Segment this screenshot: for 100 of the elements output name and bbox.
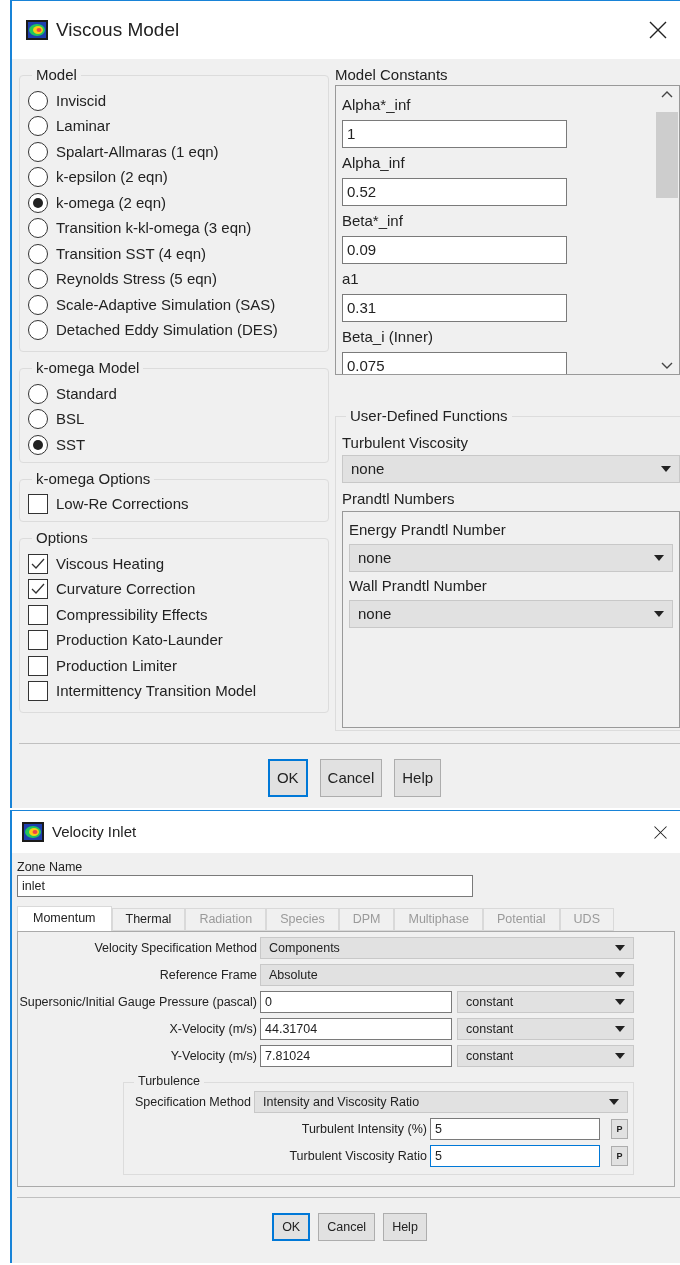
radio-button[interactable]	[28, 383, 48, 404]
radio-label: Detached Eddy Simulation (DES)	[56, 320, 278, 340]
radio-label: k-omega (2 eqn)	[56, 192, 167, 213]
input-field[interactable]: 1	[342, 120, 567, 148]
input-field[interactable]: 0.52	[342, 178, 567, 206]
field-label: Reference Frame	[159, 966, 257, 984]
input-field[interactable]: inlet	[17, 875, 473, 897]
input-field[interactable]: 0.075	[342, 352, 567, 374]
field-label: Wall Prandtl Number	[349, 576, 488, 596]
parameter-button[interactable]: P	[611, 1119, 628, 1139]
dropdown[interactable]: constant	[457, 1045, 634, 1067]
dialog-button[interactable]: OK	[272, 1213, 311, 1241]
radio-button[interactable]	[28, 192, 48, 213]
field-label: Turbulent Viscosity Ratio	[289, 1147, 427, 1165]
field-label: Turbulent Viscosity	[342, 433, 469, 453]
scroll-up-icon[interactable]	[661, 90, 673, 98]
section-title: Model Constants	[335, 65, 449, 85]
checkbox[interactable]	[28, 630, 48, 651]
input-field[interactable]: 5	[430, 1118, 600, 1140]
radio-button[interactable]	[28, 409, 48, 430]
checkbox-label: Production Kato-Launder	[56, 630, 223, 650]
caret-icon	[615, 972, 625, 978]
radio-button[interactable]	[28, 243, 48, 264]
radio-button[interactable]	[28, 218, 48, 239]
field-label: Energy Prandtl Number	[349, 520, 507, 540]
field-label: Alpha_inf	[342, 153, 406, 173]
caret-icon	[615, 999, 625, 1005]
radio-label: BSL	[56, 409, 85, 429]
checkbox-label: Intermittency Transition Model	[56, 681, 257, 701]
window-title: Velocity Inlet	[52, 821, 138, 842]
radio-button[interactable]	[28, 294, 48, 315]
input-field[interactable]: 0.09	[342, 236, 567, 264]
checkbox[interactable]	[28, 604, 48, 625]
radio-label: Scale-Adaptive Simulation (SAS)	[56, 294, 276, 315]
radio-label: Laminar	[56, 116, 111, 136]
input-field[interactable]: 5	[430, 1145, 600, 1167]
checkbox-label: Production Limiter	[56, 655, 177, 676]
dropdown[interactable]: constant	[457, 1018, 634, 1040]
dialog-button[interactable]: Cancel	[318, 1213, 376, 1241]
dropdown[interactable]: none	[349, 544, 673, 572]
checkbox-label: Compressibility Effects	[56, 604, 208, 625]
radio-label: Transition k-kl-omega (3 eqn)	[56, 218, 252, 238]
scroll-thumb[interactable]	[656, 112, 678, 198]
field-label: X-Velocity (m/s)	[169, 1020, 257, 1038]
caret-icon	[661, 466, 671, 472]
radio-button[interactable]	[28, 167, 48, 188]
caret-icon	[654, 611, 664, 617]
caret-icon	[615, 1053, 625, 1059]
window-title: Viscous Model	[56, 17, 181, 42]
radio-label: Standard	[56, 383, 117, 404]
close-icon[interactable]	[653, 824, 668, 840]
radio-label: Transition SST (4 eqn)	[56, 243, 207, 264]
parameter-button[interactable]: P	[611, 1146, 628, 1166]
dialog-button[interactable]: Cancel	[319, 759, 383, 797]
field-label: Alpha*_inf	[342, 95, 412, 115]
radio-button[interactable]	[28, 320, 48, 341]
dropdown[interactable]: none	[349, 600, 673, 628]
tab[interactable]: Momentum	[17, 906, 112, 931]
section-title: Prandtl Numbers	[342, 489, 456, 509]
radio-label: Spalart-Allmaras (1 eqn)	[56, 141, 219, 162]
dialog-button[interactable]: OK	[267, 759, 308, 797]
radio-label: SST	[56, 434, 86, 455]
checkbox-label: Curvature Correction	[56, 579, 196, 599]
radio-button[interactable]	[28, 90, 48, 111]
radio-button[interactable]	[28, 116, 48, 137]
checkbox-label: Low-Re Corrections	[56, 494, 189, 514]
field-label: Supersonic/Initial Gauge Pressure (pascal)	[19, 993, 257, 1011]
input-field[interactable]: 0	[260, 991, 452, 1013]
scroll-down-icon[interactable]	[661, 362, 673, 370]
field-label: Turbulent Intensity (%)	[301, 1120, 427, 1138]
checkbox[interactable]	[28, 553, 48, 574]
field-label: Y-Velocity (m/s)	[170, 1047, 257, 1065]
app-logo-icon	[26, 20, 48, 40]
dropdown[interactable]: none	[342, 455, 680, 483]
dropdown[interactable]: Intensity and Viscosity Ratio	[254, 1091, 628, 1113]
field-label: a1	[342, 269, 360, 289]
checkbox[interactable]	[28, 579, 48, 600]
field-label: Beta*_inf	[342, 211, 404, 231]
radio-button[interactable]	[28, 141, 48, 162]
radio-label: Reynolds Stress (5 eqn)	[56, 269, 217, 289]
radio-label: Inviscid	[56, 90, 107, 111]
field-label: Velocity Specification Method	[94, 939, 257, 957]
input-field[interactable]: 7.81024	[260, 1045, 452, 1067]
input-field[interactable]: 44.31704	[260, 1018, 452, 1040]
checkbox[interactable]	[28, 681, 48, 702]
radio-label: k-epsilon (2 eqn)	[56, 167, 168, 187]
field-label: Specification Method	[134, 1093, 251, 1111]
dialog-button[interactable]: Help	[394, 759, 442, 797]
dropdown[interactable]: Absolute	[260, 964, 634, 986]
dialog-button[interactable]: Help	[383, 1213, 427, 1241]
radio-button[interactable]	[28, 269, 48, 290]
checkbox[interactable]	[28, 655, 48, 676]
checkbox[interactable]	[28, 494, 48, 515]
close-icon[interactable]	[648, 20, 668, 40]
input-field[interactable]: 0.31	[342, 294, 567, 322]
dropdown[interactable]: Components	[260, 937, 634, 959]
dropdown[interactable]: constant	[457, 991, 634, 1013]
tab[interactable]: Thermal	[111, 908, 186, 931]
checkbox-label: Viscous Heating	[56, 553, 165, 574]
radio-button[interactable]	[28, 434, 48, 455]
